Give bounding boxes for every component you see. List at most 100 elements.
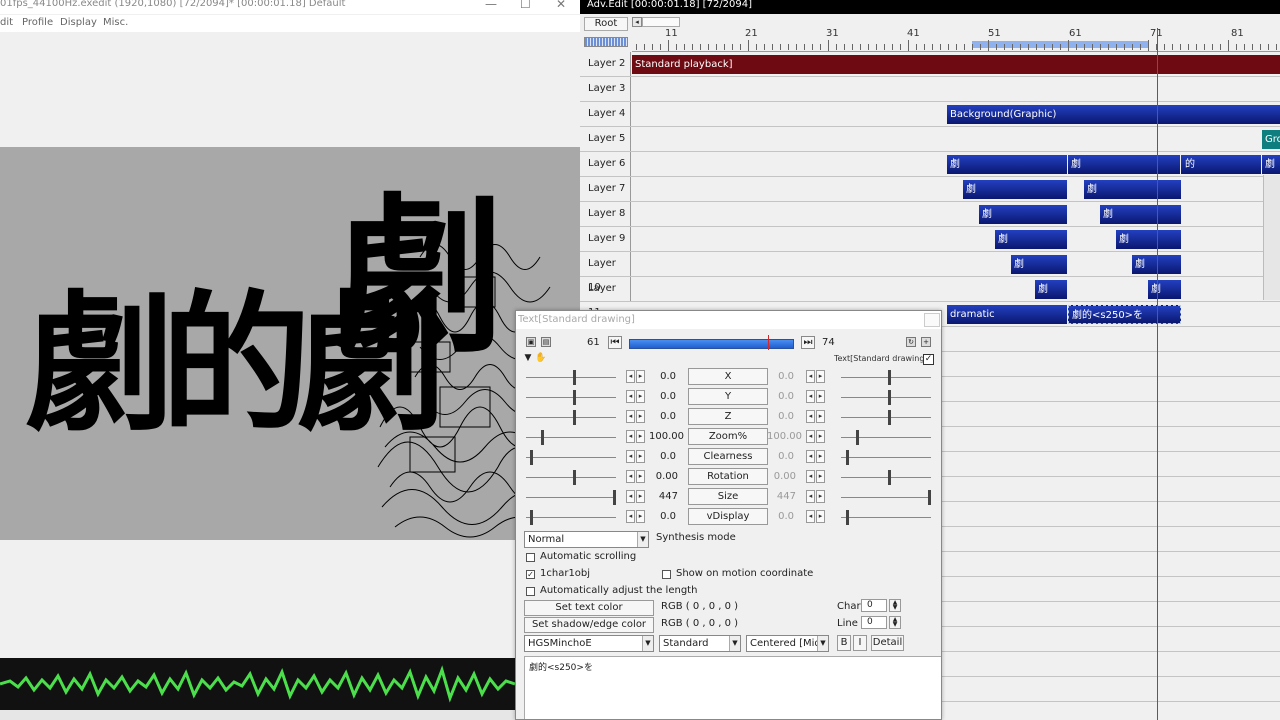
clip-text[interactable]: 劇 xyxy=(1068,155,1180,174)
x-start-slider[interactable] xyxy=(573,370,576,385)
layer-label[interactable]: Layer 7 xyxy=(582,177,631,201)
decrement-icon[interactable]: ◂ xyxy=(806,490,815,503)
decrement-icon[interactable]: ◂ xyxy=(626,470,635,483)
zoom-end-value[interactable]: 100.00 xyxy=(766,431,802,442)
size-start-value[interactable]: 447 xyxy=(642,491,678,502)
decrement-icon[interactable]: ◂ xyxy=(626,430,635,443)
menu-edit[interactable]: dit xyxy=(0,17,13,28)
scroll-left-arrow-icon[interactable]: ◂ xyxy=(632,17,642,27)
layer-label[interactable]: Layer 9 xyxy=(582,227,631,251)
decrement-icon[interactable]: ◂ xyxy=(806,510,815,523)
next-frame-button[interactable]: ⏭ xyxy=(801,336,815,349)
layer-label[interactable]: Layer 8 xyxy=(582,202,631,226)
layer-row[interactable]: Layer 10 劇 劇 xyxy=(580,252,1280,293)
object-enabled-checkbox[interactable]: ✓ xyxy=(923,354,934,365)
decrement-icon[interactable]: ◂ xyxy=(626,390,635,403)
detail-button[interactable]: Detail xyxy=(871,635,904,651)
decrement-icon[interactable]: ◂ xyxy=(806,470,815,483)
size-end-value[interactable]: 447 xyxy=(760,491,796,502)
char-spacing-input[interactable]: 0 xyxy=(861,599,887,612)
video-preview[interactable]: 劇 劇的劇 xyxy=(0,147,580,540)
clearness-start-slider[interactable] xyxy=(530,450,533,465)
rotation-start-slider[interactable] xyxy=(573,470,576,485)
clip-text[interactable]: 的 xyxy=(1181,155,1261,174)
z-param-button[interactable]: Z xyxy=(688,408,768,425)
filter-icon[interactable]: ↻ xyxy=(906,337,916,347)
layer-label[interactable]: Layer 2 xyxy=(582,52,631,76)
menu-profile[interactable]: Profile xyxy=(22,17,53,28)
increment-icon[interactable]: ▸ xyxy=(816,490,825,503)
dialog-close-button[interactable] xyxy=(924,313,940,327)
clip-text[interactable]: 劇 xyxy=(1148,280,1181,299)
layer-row[interactable]: Layer 8 劇 劇 xyxy=(580,202,1280,227)
close-icon[interactable]: ✕ xyxy=(556,0,566,10)
line-spacing-stepper[interactable]: ▲ ▼ xyxy=(889,616,901,629)
y-start-slider[interactable] xyxy=(573,390,576,405)
z-end-slider[interactable] xyxy=(888,410,891,425)
minimize-icon[interactable]: — xyxy=(485,0,497,10)
vdisplay-start-value[interactable]: 0.0 xyxy=(640,511,676,522)
layer-row[interactable]: Layer 9 劇 劇 xyxy=(580,227,1280,252)
clip-text[interactable]: 劇 xyxy=(963,180,1067,199)
timeline-scale-button[interactable] xyxy=(584,37,628,47)
z-end-value[interactable]: 0.0 xyxy=(758,411,794,422)
clip-selected-text[interactable]: 劇的<s250>を xyxy=(1068,305,1181,324)
x-start-value[interactable]: 0.0 xyxy=(640,371,676,382)
save-icon[interactable]: ▤ xyxy=(541,337,551,347)
layer-label[interactable]: Layer 6 xyxy=(582,152,631,176)
clip-text[interactable]: 劇 xyxy=(1035,280,1067,299)
motion-coord-checkbox[interactable] xyxy=(662,570,671,579)
layer-label[interactable]: Layer 10 xyxy=(582,252,631,293)
z-start-value[interactable]: 0.0 xyxy=(640,411,676,422)
one-char-checkbox[interactable]: ✓ xyxy=(526,570,535,579)
font-select[interactable]: HGSMinchoE ▼ xyxy=(524,635,654,652)
increment-icon[interactable]: ▸ xyxy=(816,370,825,383)
rotation-start-value[interactable]: 0.00 xyxy=(642,471,678,482)
menu-display[interactable]: Display xyxy=(60,17,97,28)
shadow-color-button[interactable]: Set shadow/edge color xyxy=(524,617,654,633)
size-end-slider[interactable] xyxy=(928,490,931,505)
hand-icon[interactable]: ✋ xyxy=(535,354,546,364)
z-start-slider[interactable] xyxy=(573,410,576,425)
clip-text[interactable]: 劇 xyxy=(1100,205,1181,224)
increment-icon[interactable]: ▸ xyxy=(816,470,825,483)
clip-standard-playback[interactable]: Standard playback] xyxy=(632,55,1280,74)
text-content-input[interactable]: 劇的<s250>を xyxy=(524,656,941,719)
y-end-slider[interactable] xyxy=(888,390,891,405)
clip-background[interactable]: Background(Graphic) xyxy=(947,105,1280,124)
decrement-icon[interactable]: ◂ xyxy=(806,370,815,383)
zoom-param-button[interactable]: Zoom% xyxy=(688,428,768,445)
x-param-button[interactable]: X xyxy=(688,368,768,385)
zoom-start-slider[interactable] xyxy=(541,430,544,445)
layer-row[interactable]: Layer 3 xyxy=(580,77,1280,102)
rotation-end-value[interactable]: 0.00 xyxy=(760,471,796,482)
clearness-end-value[interactable]: 0.0 xyxy=(758,451,794,462)
style-select[interactable]: Standard ▼ xyxy=(659,635,741,652)
layer-row[interactable]: Layer 4 Background(Graphic) xyxy=(580,102,1280,127)
rotation-end-slider[interactable] xyxy=(888,470,891,485)
vdisplay-param-button[interactable]: vDisplay xyxy=(688,508,768,525)
decrement-icon[interactable]: ◂ xyxy=(626,450,635,463)
align-select[interactable]: Centered [Mid] ▼ xyxy=(746,635,829,652)
timeline-vscrollbar[interactable] xyxy=(1263,175,1280,300)
decrement-icon[interactable]: ◂ xyxy=(626,510,635,523)
size-param-button[interactable]: Size xyxy=(688,488,768,505)
clip-text[interactable]: 劇 xyxy=(1116,230,1181,249)
auto-scroll-checkbox[interactable] xyxy=(526,553,535,562)
zoom-end-slider[interactable] xyxy=(856,430,859,445)
root-button[interactable]: Root xyxy=(584,17,628,31)
layer-label[interactable]: Layer 3 xyxy=(582,77,631,101)
decrement-icon[interactable]: ◂ xyxy=(806,430,815,443)
increment-icon[interactable]: ▸ xyxy=(816,390,825,403)
bold-button[interactable]: B xyxy=(837,635,851,651)
menu-misc[interactable]: Misc. xyxy=(103,17,128,28)
x-end-value[interactable]: 0.0 xyxy=(758,371,794,382)
vdisplay-end-slider[interactable] xyxy=(846,510,849,525)
x-end-slider[interactable] xyxy=(888,370,891,385)
decrement-icon[interactable]: ◂ xyxy=(626,410,635,423)
increment-icon[interactable]: ▸ xyxy=(816,510,825,523)
increment-icon[interactable]: ▸ xyxy=(816,430,825,443)
clearness-start-value[interactable]: 0.0 xyxy=(640,451,676,462)
clip-text[interactable]: 劇 xyxy=(995,230,1067,249)
decrement-icon[interactable]: ◂ xyxy=(806,450,815,463)
